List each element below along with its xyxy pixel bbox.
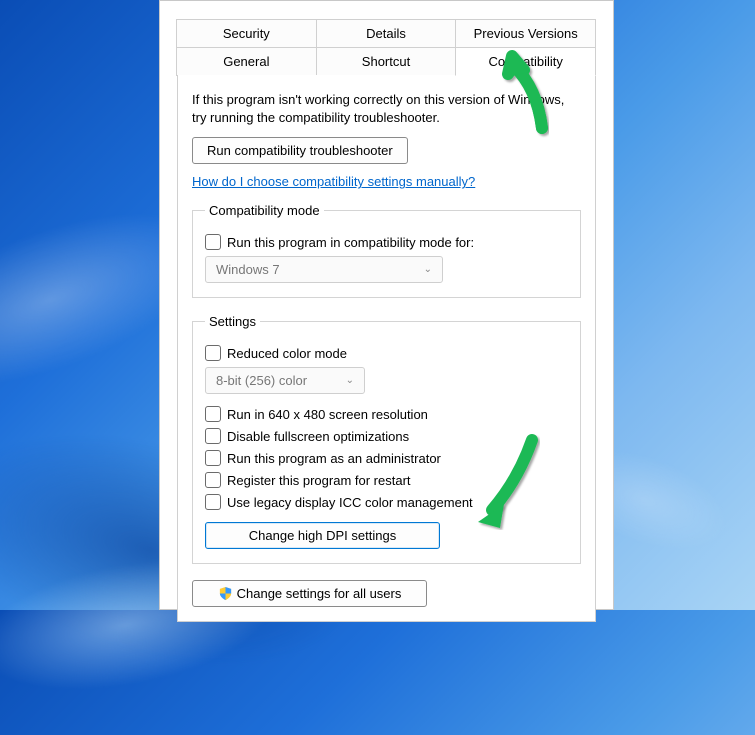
change-dpi-button[interactable]: Change high DPI settings xyxy=(205,522,440,549)
reduced-color-checkbox[interactable] xyxy=(205,345,221,361)
compat-mode-checkbox[interactable] xyxy=(205,234,221,250)
run-admin-label: Run this program as an administrator xyxy=(227,451,441,466)
color-mode-select[interactable]: 8-bit (256) color ⌄ xyxy=(205,367,365,394)
tab-details[interactable]: Details xyxy=(316,19,457,48)
run-troubleshooter-button[interactable]: Run compatibility troubleshooter xyxy=(192,137,408,164)
reduced-color-label: Reduced color mode xyxy=(227,346,347,361)
change-all-users-button[interactable]: Change settings for all users xyxy=(192,580,427,607)
tab-shortcut[interactable]: Shortcut xyxy=(316,47,457,76)
settings-legend: Settings xyxy=(205,314,260,329)
disable-fullscreen-label: Disable fullscreen optimizations xyxy=(227,429,409,444)
run-640-checkbox[interactable] xyxy=(205,406,221,422)
tab-security[interactable]: Security xyxy=(176,19,317,48)
compat-mode-label: Run this program in compatibility mode f… xyxy=(227,235,474,250)
compatibility-panel: If this program isn't working correctly … xyxy=(177,75,596,622)
tab-compatibility[interactable]: Compatibility xyxy=(455,47,596,76)
legacy-icc-checkbox[interactable] xyxy=(205,494,221,510)
tab-general[interactable]: General xyxy=(176,47,317,76)
chevron-down-icon: ⌄ xyxy=(424,264,432,275)
properties-dialog: Security Details Previous Versions Gener… xyxy=(159,0,614,610)
disable-fullscreen-checkbox[interactable] xyxy=(205,428,221,444)
run-640-label: Run in 640 x 480 screen resolution xyxy=(227,407,428,422)
tab-strip: Security Details Previous Versions Gener… xyxy=(177,19,596,76)
register-restart-checkbox[interactable] xyxy=(205,472,221,488)
tab-previous-versions[interactable]: Previous Versions xyxy=(455,19,596,48)
help-link[interactable]: How do I choose compatibility settings m… xyxy=(192,174,475,189)
legacy-icc-label: Use legacy display ICC color management xyxy=(227,495,473,510)
settings-group: Settings Reduced color mode 8-bit (256) … xyxy=(192,314,581,564)
compat-os-select[interactable]: Windows 7 ⌄ xyxy=(205,256,443,283)
register-restart-label: Register this program for restart xyxy=(227,473,411,488)
run-admin-checkbox[interactable] xyxy=(205,450,221,466)
compat-legend: Compatibility mode xyxy=(205,203,324,218)
chevron-down-icon: ⌄ xyxy=(346,375,354,386)
color-mode-value: 8-bit (256) color xyxy=(216,373,307,388)
shield-icon xyxy=(218,586,233,601)
intro-text: If this program isn't working correctly … xyxy=(192,91,581,127)
compatibility-mode-group: Compatibility mode Run this program in c… xyxy=(192,203,581,298)
compat-os-value: Windows 7 xyxy=(216,262,280,277)
change-all-users-label: Change settings for all users xyxy=(237,586,402,601)
